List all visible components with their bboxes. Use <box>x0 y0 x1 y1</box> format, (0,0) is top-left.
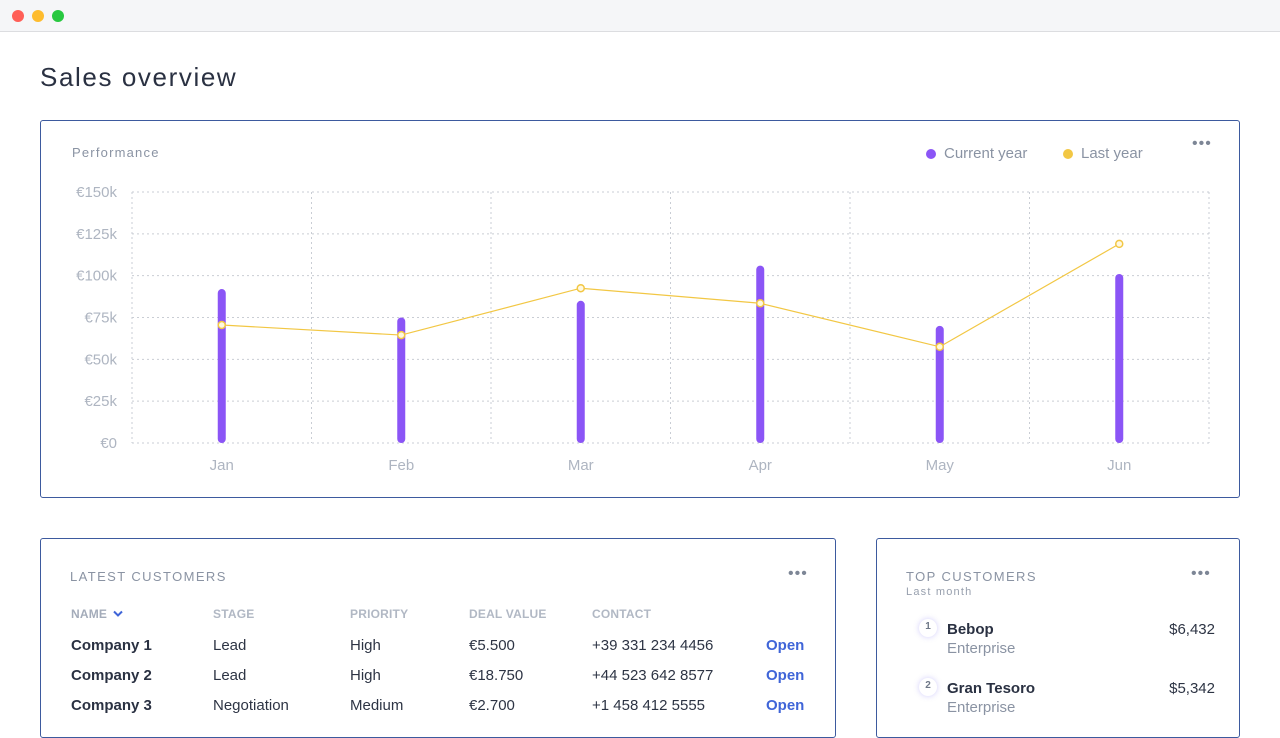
open-link[interactable]: Open <box>766 667 804 684</box>
cell-priority: High <box>350 637 381 654</box>
y-tick-label: €150k <box>76 184 117 201</box>
x-tick-label: May <box>926 457 955 474</box>
y-tick-label: €75k <box>84 310 117 327</box>
maximize-window-button[interactable] <box>52 10 64 22</box>
cell-name: Company 2 <box>71 667 152 684</box>
point-last-year <box>576 283 585 293</box>
close-window-button[interactable] <box>12 10 24 22</box>
cell-contact: +44 523 642 8577 <box>592 667 714 684</box>
customer-type: Enterprise <box>947 640 1016 657</box>
x-tick-label: Mar <box>568 457 594 474</box>
y-tick-label: €0 <box>100 435 117 452</box>
cell-contact: +39 331 234 4456 <box>592 637 714 654</box>
cell-deal-value: €18.750 <box>469 667 524 684</box>
y-tick-label: €125k <box>76 226 117 243</box>
column-header-name-label: NAME <box>71 607 108 621</box>
column-header-stage[interactable]: STAGE <box>213 607 254 621</box>
point-last-year <box>217 320 226 330</box>
point-last-year <box>397 330 406 340</box>
customer-value: $5,342 <box>1169 680 1215 697</box>
point-last-year <box>1115 239 1124 249</box>
customer-name: Gran Tesoro <box>947 680 1036 697</box>
rank-badge: 2 <box>919 678 937 696</box>
y-tick-label: €25k <box>84 393 117 410</box>
latest-customers-more-icon[interactable]: ••• <box>788 566 808 582</box>
latest-customers-card: LATEST CUSTOMERS ••• NAME STAGE PRIORITY… <box>40 538 836 738</box>
x-tick-label: Jun <box>1107 457 1131 474</box>
customer-type: Enterprise <box>947 699 1016 716</box>
x-tick-label: Jan <box>210 457 234 474</box>
latest-customers-title: LATEST CUSTOMERS <box>70 569 227 584</box>
cell-priority: High <box>350 667 381 684</box>
cell-stage: Lead <box>213 637 247 654</box>
window-titlebar <box>0 0 1280 32</box>
y-tick-label: €50k <box>84 351 117 368</box>
column-header-deal-value[interactable]: DEAL VALUE <box>469 607 547 621</box>
line-last-year <box>221 243 1120 348</box>
cell-name: Company 1 <box>71 637 152 654</box>
point-last-year <box>756 299 765 308</box>
column-header-contact[interactable]: CONTACT <box>592 607 651 621</box>
top-customers-title: TOP CUSTOMERS <box>906 569 1037 584</box>
customer-value: $6,432 <box>1169 621 1215 638</box>
cell-deal-value: €2.700 <box>469 697 515 714</box>
cell-deal-value: €5.500 <box>469 637 515 654</box>
rank-badge: 1 <box>919 619 937 637</box>
cell-name: Company 3 <box>71 697 152 714</box>
top-customers-subtitle: Last month <box>906 586 973 598</box>
page-title: Sales overview <box>40 62 238 92</box>
minimize-window-button[interactable] <box>32 10 44 22</box>
cell-stage: Negotiation <box>213 697 289 714</box>
cell-stage: Lead <box>213 667 247 684</box>
x-tick-label: Apr <box>749 457 772 474</box>
y-tick-label: €100k <box>76 268 117 285</box>
column-header-name[interactable]: NAME <box>71 607 123 621</box>
customer-name: Bebop <box>947 621 994 638</box>
performance-chart: €0 €25k €50k €75k €100k €125k €150k Jan Feb Mar Ap… <box>76 184 1210 474</box>
column-header-priority[interactable]: PRIORITY <box>350 607 408 621</box>
x-tick-label: Feb <box>388 457 414 474</box>
top-customers-card: TOP CUSTOMERS Last month ••• 1 Bebop Ent… <box>876 538 1240 738</box>
performance-card: Performance Current year Last year ••• €… <box>40 120 1240 498</box>
cell-priority: Medium <box>350 697 404 714</box>
top-customers-more-icon[interactable]: ••• <box>1191 566 1211 582</box>
open-link[interactable]: Open <box>766 637 804 654</box>
point-last-year <box>935 342 944 352</box>
open-link[interactable]: Open <box>766 697 804 714</box>
chevron-down-icon <box>113 610 123 617</box>
cell-contact: +1 458 412 5555 <box>592 697 706 714</box>
